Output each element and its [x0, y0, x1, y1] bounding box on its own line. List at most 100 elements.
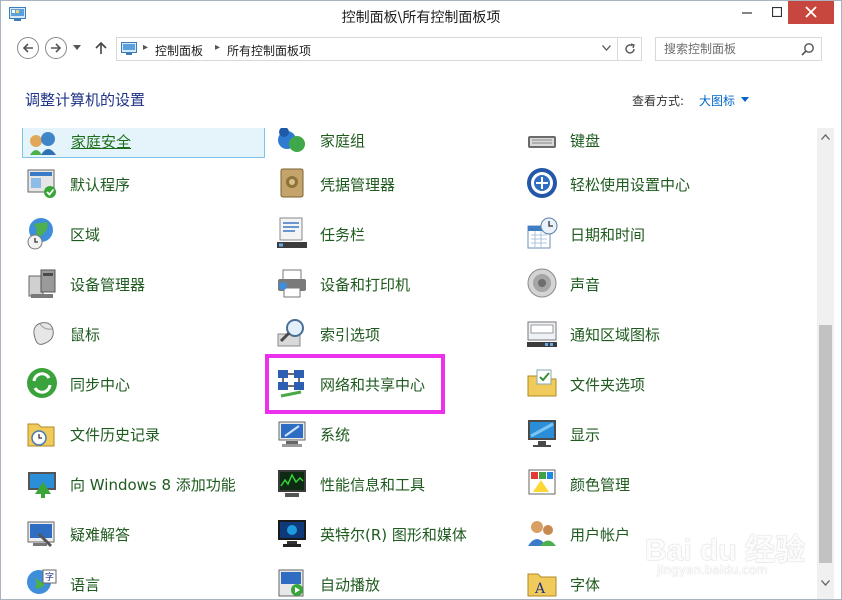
cp-item-label: 设备和打印机 — [320, 276, 411, 294]
search-icon[interactable] — [801, 42, 815, 56]
maximize-icon — [772, 7, 782, 17]
arrow-right-icon — [51, 43, 62, 53]
add-features-icon — [28, 472, 56, 498]
cp-item-folder-options[interactable]: 文件夹选项 — [522, 362, 765, 402]
cp-item-default-programs[interactable]: 默认程序 — [22, 162, 265, 202]
cp-item-taskbar[interactable]: 任务栏 — [272, 212, 515, 252]
performance-icon — [278, 470, 306, 497]
system-icon — [278, 421, 306, 447]
cp-item-label: 文件历史记录 — [70, 426, 161, 444]
taskbar-icon — [277, 217, 307, 248]
refresh-button[interactable] — [617, 38, 641, 60]
cp-item-label: 设备管理器 — [70, 276, 146, 294]
mouse-icon — [33, 322, 54, 345]
cp-item-language[interactable]: 字 语言 — [22, 562, 265, 600]
cp-item-add-features[interactable]: 向 Windows 8 添加功能 — [22, 462, 265, 502]
cp-item-homegroup[interactable]: 家庭组 — [272, 128, 515, 158]
cp-item-network-sharing[interactable]: 网络和共享中心 — [272, 362, 515, 402]
back-button[interactable] — [17, 37, 39, 59]
file-history-icon — [27, 423, 55, 447]
autoplay-icon — [278, 569, 304, 597]
cp-item-label: 声音 — [570, 276, 601, 294]
close-button[interactable] — [788, 0, 834, 24]
breadcrumb-control-panel[interactable]: 控制面板 — [155, 42, 203, 59]
cp-item-family-safety[interactable]: 家庭安全 — [22, 128, 265, 158]
keyboard-icon — [528, 136, 556, 148]
scrollbar-thumb[interactable] — [819, 325, 832, 563]
chevron-down-icon[interactable] — [741, 97, 749, 102]
cp-item-color-management[interactable]: 颜色管理 — [522, 462, 765, 502]
control-panel-icon — [121, 42, 137, 55]
fonts-icon: A — [527, 573, 557, 597]
address-bar[interactable]: ▸ 控制面板 ▸ 所有控制面板项 — [116, 37, 642, 61]
intel-graphics-icon — [278, 520, 306, 547]
minimize-button[interactable] — [732, 0, 762, 24]
language-icon: 字 — [27, 569, 57, 594]
cp-item-system[interactable]: 系统 — [272, 412, 515, 452]
chevron-down-icon[interactable] — [602, 45, 611, 51]
folder-options-icon — [527, 369, 557, 397]
cp-item-region[interactable]: 区域 — [22, 212, 265, 252]
cp-item-devices-printers[interactable]: 设备和打印机 — [272, 262, 515, 302]
cp-item-fonts[interactable]: A 字体 — [522, 562, 765, 600]
breadcrumb-all-items[interactable]: 所有控制面板项 — [227, 42, 311, 59]
breadcrumb-separator[interactable]: ▸ — [215, 42, 220, 53]
cp-item-sound[interactable]: 声音 — [522, 262, 765, 302]
cp-item-label: 字体 — [570, 576, 601, 594]
cp-item-label: 鼠标 — [70, 326, 101, 344]
scroll-down-icon[interactable] — [821, 580, 830, 586]
scroll-up-icon[interactable] — [821, 134, 830, 140]
indexing-options-icon — [277, 319, 304, 347]
svg-text:A: A — [534, 581, 546, 597]
cp-item-date-time[interactable]: 日期和时间 — [522, 212, 765, 252]
cp-item-label: 系统 — [320, 426, 351, 444]
cp-item-file-history[interactable]: 文件历史记录 — [22, 412, 265, 452]
cp-item-label: 显示 — [570, 426, 601, 444]
cp-item-mouse[interactable]: 鼠标 — [22, 312, 265, 352]
breadcrumb-separator[interactable]: ▸ — [143, 42, 148, 53]
cp-item-ease-of-access[interactable]: 轻松使用设置中心 — [522, 162, 765, 202]
cp-item-intel-graphics[interactable]: 英特尔(R) 图形和媒体 — [272, 512, 515, 552]
notification-area-icon — [527, 321, 557, 347]
homegroup-icon — [278, 128, 305, 152]
cp-item-label: 轻松使用设置中心 — [570, 176, 691, 194]
cp-item-label: 疑难解答 — [70, 526, 131, 544]
cp-item-label: 家庭安全 — [71, 133, 132, 151]
view-by-label: 查看方式: — [632, 94, 685, 108]
cp-item-label: 颜色管理 — [570, 476, 631, 494]
forward-button[interactable] — [45, 37, 67, 59]
search-input[interactable] — [664, 41, 794, 57]
vertical-scrollbar[interactable] — [817, 128, 834, 600]
sound-icon — [527, 268, 557, 298]
control-panel-items: 家庭安全 家庭组 键盘 默认程序 凭据管理器 轻松使用设置中心 区域 任务栏 日… — [0, 128, 817, 600]
cp-item-user-accounts[interactable]: 用户帐户 — [522, 512, 765, 552]
cp-item-notification-area[interactable]: 通知区域图标 — [522, 312, 765, 352]
cp-item-device-manager[interactable]: 设备管理器 — [22, 262, 265, 302]
region-icon — [27, 218, 53, 250]
date-time-icon — [527, 217, 558, 249]
default-programs-icon — [27, 169, 56, 198]
cp-item-credential-manager[interactable]: 凭据管理器 — [272, 162, 515, 202]
cp-item-performance[interactable]: 性能信息和工具 — [272, 462, 515, 502]
up-arrow-icon[interactable] — [95, 41, 107, 55]
cp-item-autoplay[interactable]: 自动播放 — [272, 562, 515, 600]
cp-item-label: 同步中心 — [70, 376, 131, 394]
svg-text:字: 字 — [45, 571, 54, 583]
window-title: 控制面板\所有控制面板项 — [341, 10, 501, 26]
cp-item-label: 英特尔(R) 图形和媒体 — [320, 526, 467, 544]
navigation-bar: ▸ 控制面板 ▸ 所有控制面板项 — [0, 31, 842, 67]
cp-item-indexing-options[interactable]: 索引选项 — [272, 312, 515, 352]
recent-locations-dropdown-icon[interactable] — [73, 45, 81, 51]
cp-item-troubleshooting[interactable]: 疑难解答 — [22, 512, 265, 552]
refresh-icon — [624, 43, 635, 54]
title-bar: 控制面板\所有控制面板项 — [0, 0, 842, 31]
cp-item-keyboard[interactable]: 键盘 — [522, 128, 765, 158]
troubleshooting-icon — [27, 521, 55, 548]
devices-printers-icon — [278, 269, 306, 298]
cp-item-sync-center[interactable]: 同步中心 — [22, 362, 265, 402]
cp-item-label: 家庭组 — [320, 132, 366, 150]
display-icon — [528, 420, 556, 447]
search-box[interactable] — [655, 37, 822, 61]
cp-item-display[interactable]: 显示 — [522, 412, 765, 452]
view-by-dropdown[interactable]: 大图标 — [699, 92, 735, 109]
